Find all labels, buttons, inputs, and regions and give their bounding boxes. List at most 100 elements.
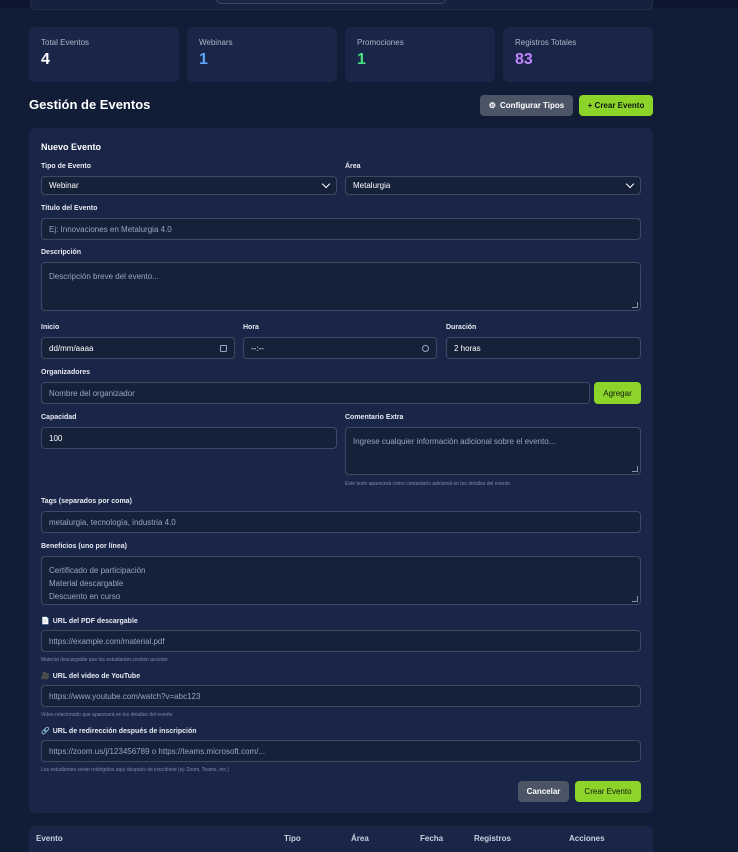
duration-input[interactable]: 2 horas: [446, 337, 641, 359]
stat-label: Total Eventos: [41, 38, 90, 47]
organizer-input[interactable]: Nombre del organizador: [41, 382, 590, 404]
chevron-down-icon: [625, 179, 635, 189]
benefit-line: Certificado de participación: [49, 566, 146, 575]
description-label: Descripción: [41, 249, 82, 256]
comment-label: Comentario Extra: [345, 414, 404, 421]
add-organizer-label: Agregar: [603, 388, 632, 398]
stat-card-webinars: Webinars 1: [187, 27, 337, 82]
time-input[interactable]: --:--: [243, 337, 437, 359]
event-title-input[interactable]: Ej: Innovaciones en Metalurgia 4.0: [41, 218, 641, 240]
event-title-label: Título del Evento: [41, 205, 98, 212]
redirect-url-label: 🔗 URL de redirección después de inscripci…: [41, 727, 197, 735]
top-bar: [0, 0, 738, 10]
stat-label: Promociones: [357, 38, 404, 47]
video-url-hint: Video relacionado que aparecerá en los d…: [41, 712, 173, 718]
comment-textarea[interactable]: Ingrese cualquier información adicional …: [345, 427, 641, 475]
start-label: Inicio: [41, 324, 60, 331]
resize-handle-icon[interactable]: [632, 466, 638, 472]
redirect-url-input[interactable]: https://zoom.us/j/123456789 o https://te…: [41, 740, 641, 762]
stat-value: 1: [199, 51, 208, 68]
stat-card-total: Total Eventos 4: [29, 27, 179, 82]
tags-placeholder: metalurgia, tecnología, industria 4.0: [49, 517, 176, 527]
create-event-submit-button[interactable]: Crear Evento: [575, 781, 641, 802]
type-label: Tipo de Evento: [41, 163, 92, 170]
redirect-url-label-text: URL de redirección después de inscripció…: [52, 728, 197, 735]
stat-card-promociones: Promociones 1: [345, 27, 495, 82]
column-header-evento[interactable]: Evento: [36, 834, 63, 843]
benefits-label: Beneficios (uno por línea): [41, 543, 127, 550]
type-select[interactable]: Webinar: [41, 176, 337, 195]
tags-label: Tags (separados por coma): [41, 498, 132, 505]
video-url-placeholder: https://www.youtube.com/watch?v=abc123: [49, 691, 201, 701]
column-header-area[interactable]: Área: [351, 834, 369, 843]
time-value: --:--: [251, 343, 264, 353]
video-url-input[interactable]: https://www.youtube.com/watch?v=abc123: [41, 685, 641, 707]
resize-handle-icon[interactable]: [632, 302, 638, 308]
configure-types-button[interactable]: ⚙ Configurar Tipos: [480, 95, 573, 116]
time-label: Hora: [243, 324, 259, 331]
type-value: Webinar: [49, 181, 79, 190]
description-placeholder: Descripción breve del evento...: [49, 272, 159, 281]
area-value: Metalurgia: [353, 181, 391, 190]
column-header-tipo[interactable]: Tipo: [284, 834, 301, 843]
capacity-input[interactable]: 100: [41, 427, 337, 449]
pdf-url-input[interactable]: https://example.com/material.pdf: [41, 630, 641, 652]
capacity-label: Capacidad: [41, 414, 77, 421]
column-header-acciones[interactable]: Acciones: [569, 834, 605, 843]
stat-label: Webinars: [199, 38, 233, 47]
description-textarea[interactable]: Descripción breve del evento...: [41, 262, 641, 311]
new-event-form: Nuevo Evento Tipo de Evento Webinar Área…: [29, 128, 653, 813]
form-title: Nuevo Evento: [41, 142, 102, 152]
video-url-label-text: URL del video de YouTube: [52, 673, 141, 680]
duration-value: 2 horas: [454, 343, 481, 353]
organizers-label: Organizadores: [41, 369, 91, 376]
start-date-input[interactable]: dd/mm/aaaa: [41, 337, 235, 359]
search-input[interactable]: [216, 0, 446, 4]
link-icon: 🔗: [41, 728, 50, 735]
benefit-line: Descuento en curso: [49, 592, 121, 601]
start-value: dd/mm/aaaa: [49, 343, 94, 353]
event-title-placeholder: Ej: Innovaciones en Metalurgia 4.0: [49, 224, 172, 234]
page-title: Gestión de Eventos: [29, 97, 151, 112]
pdf-url-label-text: URL del PDF descargable: [52, 618, 138, 625]
area-select[interactable]: Metalurgia: [345, 176, 641, 195]
chevron-down-icon: [321, 179, 331, 189]
benefits-textarea[interactable]: Certificado de participación Material de…: [41, 556, 641, 605]
column-header-registros[interactable]: Registros: [474, 834, 511, 843]
calendar-icon[interactable]: [220, 344, 227, 352]
area-label: Área: [345, 163, 361, 170]
add-organizer-button[interactable]: Agregar: [594, 382, 641, 404]
comment-placeholder: Ingrese cualquier información adicional …: [353, 437, 556, 446]
tags-input[interactable]: metalurgia, tecnología, industria 4.0: [41, 511, 641, 533]
stat-value: 83: [515, 51, 533, 68]
pdf-url-hint: Material descargable que los estudiantes…: [41, 657, 169, 663]
redirect-url-placeholder: https://zoom.us/j/123456789 o https://te…: [49, 746, 266, 756]
create-event-header-button[interactable]: + Crear Evento: [579, 95, 653, 116]
pdf-url-placeholder: https://example.com/material.pdf: [49, 636, 165, 646]
resize-handle-icon[interactable]: [632, 596, 638, 602]
stat-label: Registros Totales: [515, 38, 577, 47]
stat-value: 1: [357, 51, 366, 68]
cancel-button[interactable]: Cancelar: [518, 781, 569, 802]
video-camera-icon: 🎥: [41, 673, 50, 680]
capacity-value: 100: [49, 433, 63, 443]
document-icon: 📄: [41, 618, 50, 625]
submit-label: Crear Evento: [584, 787, 632, 796]
duration-label: Duración: [446, 324, 477, 331]
stat-card-registros: Registros Totales 83: [503, 27, 653, 82]
stats-row: Total Eventos 4 Webinars 1 Promociones 1…: [29, 27, 653, 82]
gear-icon: ⚙: [488, 101, 496, 110]
benefit-line: Material descargable: [49, 579, 124, 588]
pdf-url-label: 📄 URL del PDF descargable: [41, 617, 138, 625]
video-url-label: 🎥 URL del video de YouTube: [41, 672, 140, 680]
clock-icon[interactable]: [422, 344, 429, 352]
organizer-placeholder: Nombre del organizador: [49, 388, 135, 398]
redirect-url-hint: Los estudiantes serán redirigidos aquí d…: [41, 767, 230, 773]
stat-value: 4: [41, 51, 50, 68]
comment-hint: Este texto aparecerá como comentario adi…: [345, 481, 510, 487]
cancel-label: Cancelar: [526, 787, 561, 796]
create-event-label: + Crear Evento: [587, 101, 645, 110]
events-table-header: Evento Tipo Área Fecha Registros Accione…: [29, 826, 653, 852]
column-header-fecha[interactable]: Fecha: [420, 834, 443, 843]
configure-types-label: Configurar Tipos: [499, 101, 565, 110]
